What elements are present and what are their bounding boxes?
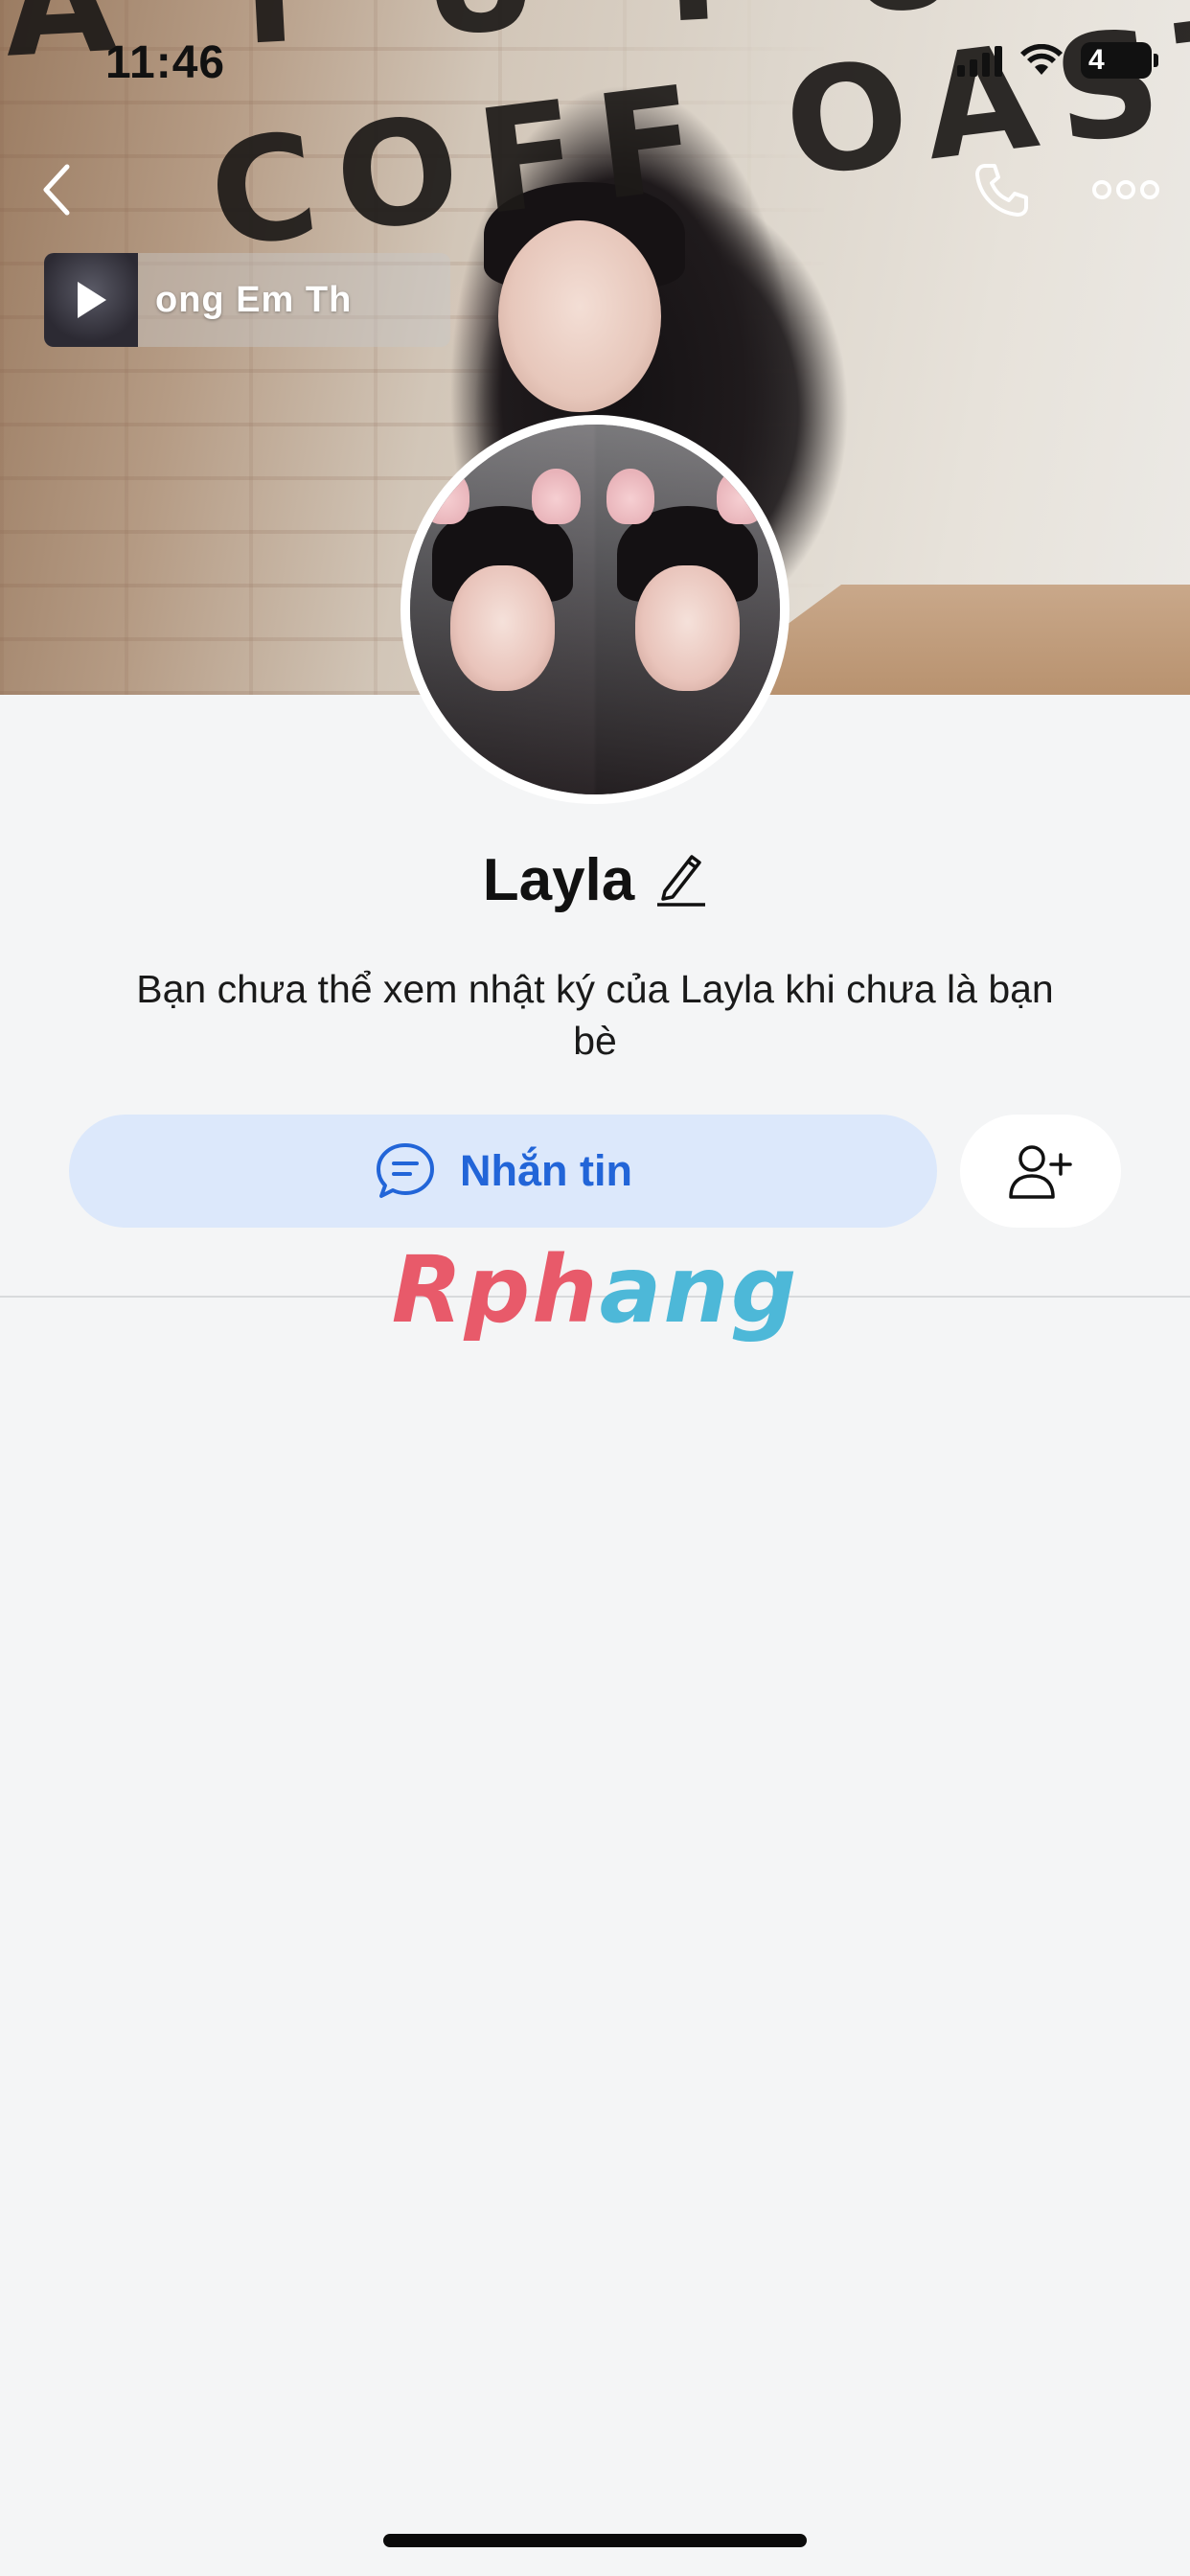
battery-level: 4	[1088, 44, 1105, 76]
profile-avatar[interactable]	[400, 415, 790, 804]
home-indicator[interactable]	[383, 2534, 807, 2547]
battery-icon: 4	[1081, 42, 1158, 79]
edit-name-button[interactable]	[655, 849, 707, 911]
cellular-signal-icon	[957, 44, 1002, 77]
call-button[interactable]	[963, 151, 1040, 228]
profile-name: Layla	[482, 847, 635, 913]
user-plus-icon	[1009, 1145, 1072, 1199]
watermark-part2: ang	[599, 1236, 799, 1344]
profile-name-row: Layla	[0, 846, 1190, 914]
pencil-icon	[657, 855, 706, 907]
chevron-left-icon	[43, 164, 70, 216]
status-icons: 4	[957, 42, 1158, 79]
wifi-icon	[1020, 44, 1063, 75]
back-button[interactable]	[19, 151, 96, 228]
more-horizontal-icon	[1092, 180, 1159, 199]
phone-icon	[975, 164, 1028, 217]
more-options-button[interactable]	[1087, 151, 1164, 228]
cover-face	[498, 220, 661, 412]
music-title: ong Em Th	[155, 279, 353, 320]
status-time: 11:46	[105, 37, 226, 88]
play-icon	[78, 282, 106, 318]
privacy-notice: Bạn chưa thể xem nhật ký của Layla khi c…	[136, 967, 1054, 1063]
message-button[interactable]: Nhắn tin	[69, 1115, 937, 1228]
profile-music-player[interactable]: ong Em Th	[44, 253, 450, 347]
message-button-label: Nhắn tin	[460, 1146, 632, 1195]
add-friend-button[interactable]	[960, 1115, 1121, 1228]
avatar-image	[410, 425, 780, 794]
watermark-logo: Rphang	[0, 1236, 1190, 1344]
music-thumbnail[interactable]	[44, 253, 138, 347]
chat-bubble-icon	[377, 1143, 434, 1198]
watermark-part1: Rph	[391, 1236, 600, 1344]
